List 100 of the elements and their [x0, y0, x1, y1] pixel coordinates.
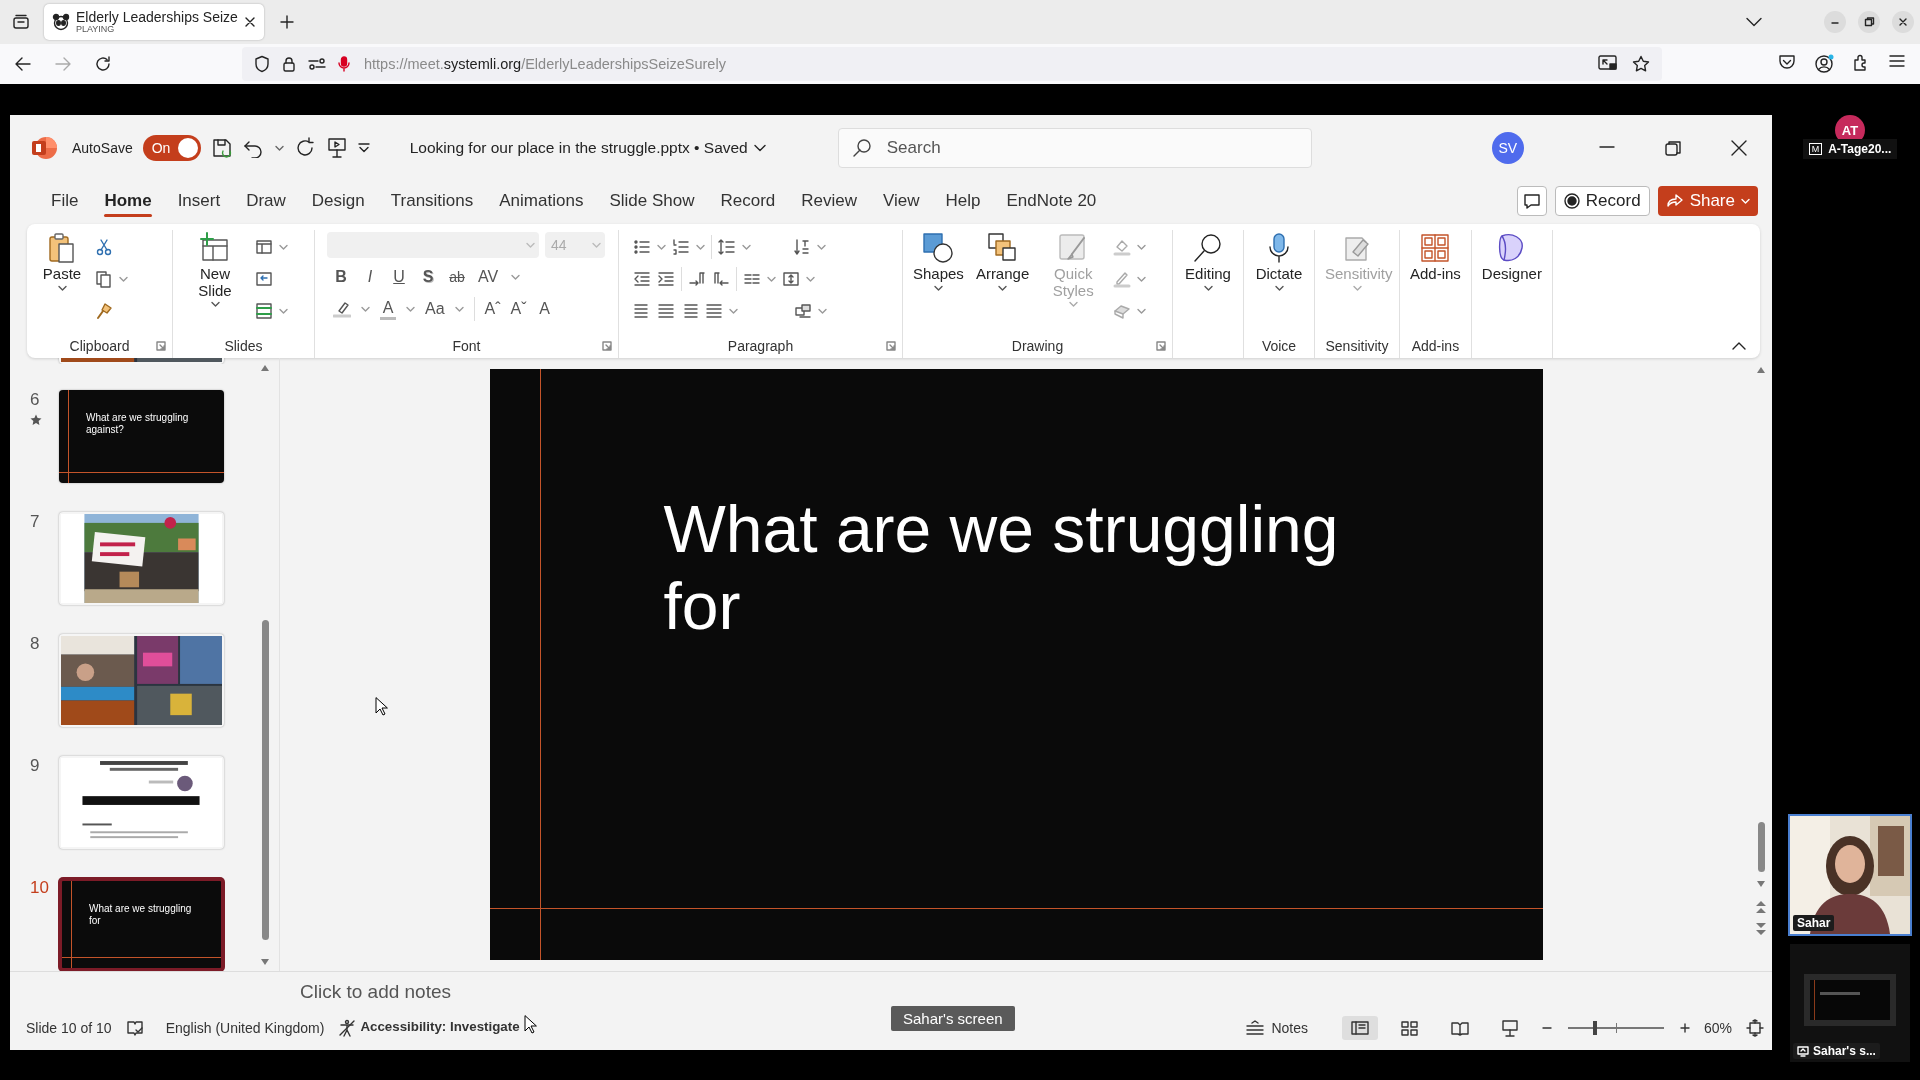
menu-icon[interactable] [1888, 54, 1906, 68]
new-slide-button[interactable]: New Slide [179, 230, 251, 334]
tab-list-icon[interactable] [12, 14, 30, 30]
caret-icon[interactable] [57, 284, 67, 292]
restore-icon[interactable] [1863, 16, 1875, 28]
record-button[interactable]: Record [1554, 186, 1650, 216]
autosave-toggle[interactable]: On [142, 135, 201, 161]
video-tile[interactable]: Sahar's s... [1790, 944, 1910, 1062]
view-button[interactable] [1341, 1016, 1378, 1040]
ribbon-tab[interactable]: File [38, 185, 92, 217]
scrollbar-thumb[interactable] [1758, 822, 1765, 872]
align-center-icon[interactable] [657, 302, 675, 320]
document-title[interactable]: Looking for our place in the struggle.pptx • Saved [409, 139, 766, 157]
ribbon-tab[interactable]: Animations [486, 185, 597, 217]
back-icon[interactable] [14, 56, 32, 72]
bold-button[interactable]: B [333, 268, 349, 286]
ribbon-tab[interactable]: Record [707, 185, 789, 217]
caret-icon[interactable] [210, 301, 220, 308]
new-tab-icon[interactable] [280, 15, 294, 29]
share-button[interactable]: Share [1657, 186, 1758, 216]
next-slide-icon[interactable] [1755, 922, 1767, 936]
save-icon[interactable] [210, 137, 233, 159]
caret-icon[interactable] [933, 284, 943, 292]
scrollbar-thumb[interactable] [262, 620, 269, 940]
zoom-slider-thumb[interactable] [1592, 1021, 1597, 1035]
close-icon[interactable] [244, 16, 256, 28]
ribbon-tab[interactable]: Slide Show [596, 185, 708, 217]
font-name-field[interactable] [327, 232, 539, 258]
url-text[interactable]: https://meet.systemli.org/ElderlyLeadershipsSeizeSurely [364, 56, 726, 72]
character-spacing-button[interactable]: AV [478, 268, 499, 286]
change-case-button[interactable]: Aa [425, 300, 445, 318]
account-avatar[interactable]: SV [1491, 132, 1524, 164]
slide-canvas[interactable]: What are we struggling for [489, 369, 1543, 960]
launcher-icon[interactable] [602, 341, 612, 351]
permissions-icon[interactable] [308, 57, 326, 71]
address-bar[interactable]: https://meet.systemli.org/ElderlyLeadershipsSeizeSurely [242, 47, 1662, 81]
account-icon[interactable] [1814, 54, 1834, 74]
dictate-button[interactable]: Dictate [1250, 230, 1308, 334]
ribbon-tab[interactable]: Home [91, 185, 165, 217]
ribbon-tab[interactable]: Design [298, 185, 378, 217]
ribbon-tab[interactable]: Review [788, 185, 870, 217]
strikethrough-button[interactable]: ab [449, 269, 465, 285]
browser-tab[interactable]: Elderly Leaderships Seize PLAYING [44, 4, 264, 40]
launcher-icon[interactable] [886, 341, 896, 351]
collapse-icon[interactable] [1732, 341, 1746, 350]
clear-formatting-button[interactable]: A [536, 300, 553, 318]
highlighter-icon[interactable] [333, 300, 351, 318]
spelling-icon[interactable] [125, 1020, 144, 1036]
smartart-icon[interactable] [794, 302, 812, 320]
copy-icon[interactable] [95, 270, 113, 288]
shrink-font-button[interactable]: Aˇ [510, 300, 527, 318]
font-color-button[interactable]: A [380, 298, 396, 320]
close-icon[interactable] [1897, 16, 1909, 28]
chevron-down-icon[interactable] [1746, 17, 1762, 27]
picture-in-picture-icon[interactable] [1598, 55, 1618, 71]
fit-slide-icon[interactable] [1746, 1019, 1764, 1037]
scroll-up-icon[interactable] [1756, 366, 1766, 374]
previous-slide-icon[interactable] [1755, 900, 1767, 914]
slide-thumbnail[interactable]: What are we struggling against? [59, 390, 224, 483]
slide-thumbnail[interactable]: What are we struggling for [59, 878, 224, 971]
notes-placeholder[interactable]: Click to add notes [300, 980, 452, 1003]
align-text-icon[interactable] [782, 270, 800, 288]
right-to-left-icon[interactable] [712, 270, 730, 288]
line-spacing-icon[interactable] [718, 238, 736, 256]
pocket-icon[interactable] [1778, 54, 1796, 70]
layout-icon[interactable] [255, 238, 273, 256]
paste-button[interactable]: Paste [33, 230, 91, 334]
caret-icon[interactable] [1203, 284, 1213, 292]
caret-icon[interactable] [1274, 284, 1284, 292]
editing-button[interactable]: Editing [1179, 230, 1237, 334]
caret-icon[interactable] [274, 144, 284, 152]
language-label[interactable]: English (United Kingdom) [165, 1020, 325, 1036]
zoom-level[interactable]: 60% [1703, 1020, 1732, 1036]
ribbon-tab[interactable]: Transitions [377, 185, 487, 217]
section-icon[interactable] [255, 302, 273, 320]
format-painter-icon[interactable] [95, 302, 113, 320]
shapes-button[interactable]: Shapes [909, 230, 968, 334]
launcher-icon[interactable] [156, 341, 166, 351]
scroll-up-icon[interactable] [260, 364, 270, 372]
align-right-icon[interactable] [681, 302, 699, 320]
ribbon-tab[interactable]: EndNote 20 [993, 185, 1110, 217]
scissors-icon[interactable] [95, 238, 113, 256]
accessibility-button[interactable]: Accessibility: Investigate [338, 1019, 520, 1037]
add-ins-button[interactable]: Add-ins [1406, 230, 1465, 334]
star-icon[interactable] [1632, 55, 1650, 73]
arrange-button[interactable]: Arrange [971, 230, 1034, 334]
caret-icon[interactable] [998, 284, 1008, 292]
ribbon-tab[interactable]: Insert [164, 185, 234, 217]
reload-icon[interactable] [94, 55, 112, 73]
increase-indent-icon[interactable] [657, 270, 675, 288]
decrease-indent-icon[interactable] [633, 270, 651, 288]
scroll-down-icon[interactable] [260, 958, 270, 966]
microphone-icon[interactable] [338, 56, 350, 72]
designer-button[interactable]: Designer [1477, 230, 1546, 334]
underline-button[interactable]: U [391, 268, 407, 286]
numbering-icon[interactable] [672, 238, 690, 256]
ribbon-tab[interactable]: Draw [233, 185, 299, 217]
comments-button[interactable] [1516, 186, 1547, 216]
present-icon[interactable] [325, 137, 348, 159]
zoom-in-icon[interactable] [1679, 1023, 1690, 1033]
